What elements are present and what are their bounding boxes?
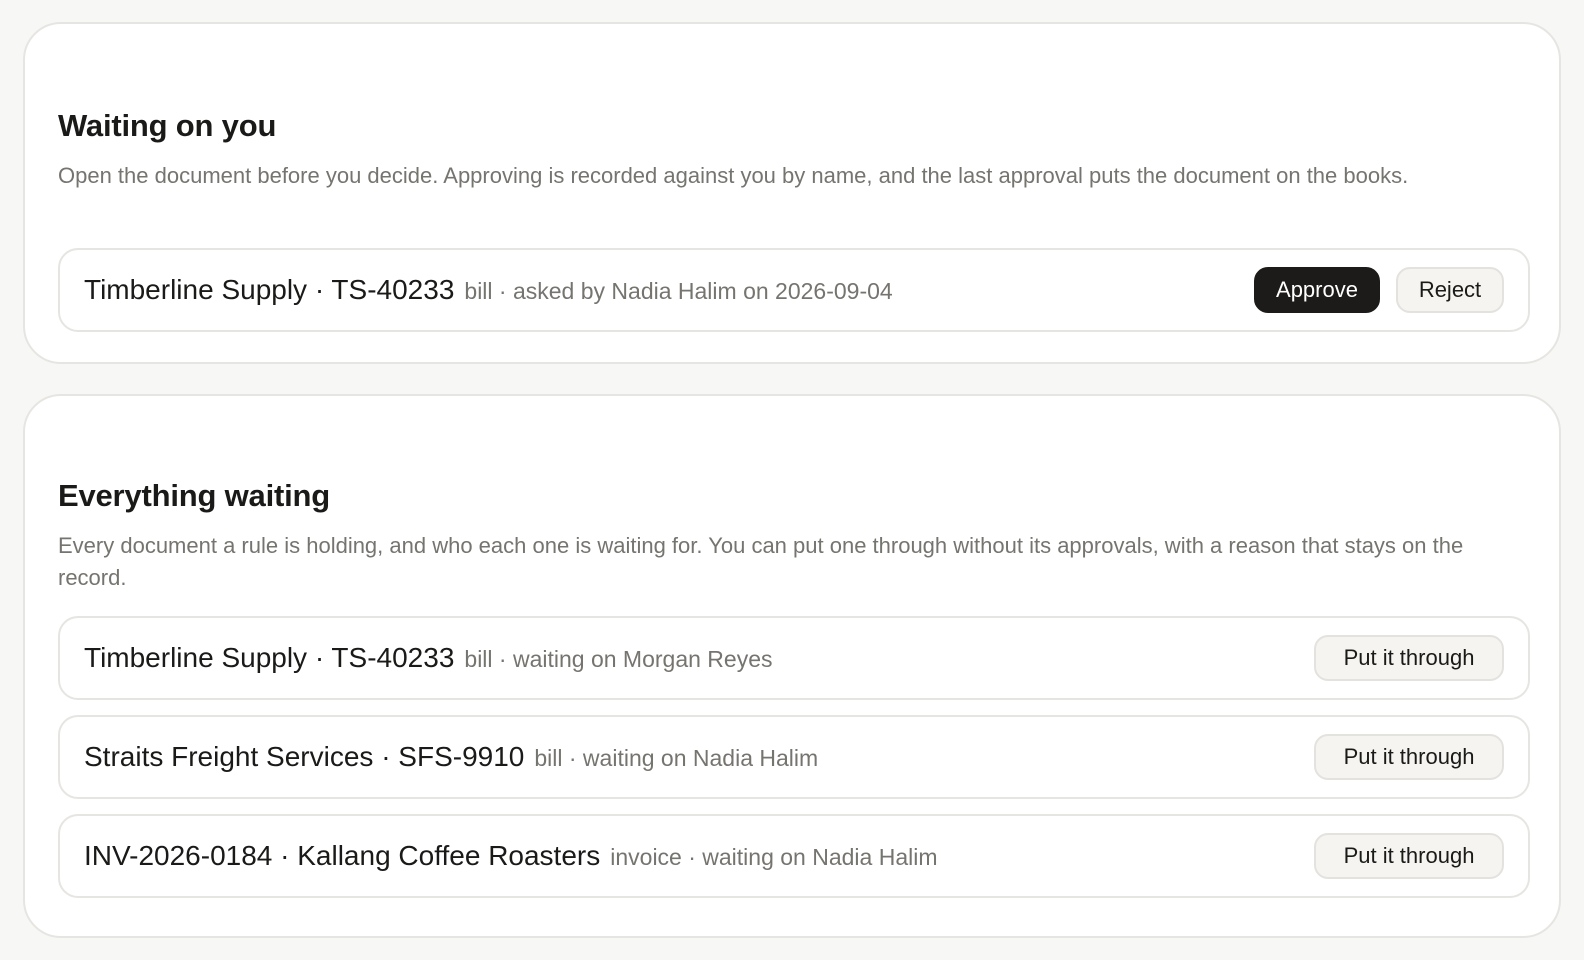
put-it-through-button[interactable]: Put it through xyxy=(1314,635,1504,681)
document-label: Straits Freight Services · SFS-9910 bill … xyxy=(84,740,818,775)
document-name: INV-2026-0184 · Kallang Coffee Roasters xyxy=(84,840,601,871)
waiting-item: Timberline Supply · TS-40233 bill · waiti… xyxy=(58,616,1530,700)
document-meta: invoice · waiting on Nadia Halim xyxy=(610,844,938,870)
document-label: Timberline Supply · TS-40233 bill · waiti… xyxy=(84,641,773,676)
approval-item: Timberline Supply · TS-40233 bill · asked… xyxy=(58,248,1530,332)
section-title-waiting-on-you: Waiting on you xyxy=(58,108,277,143)
section-title-everything-waiting: Everything waiting xyxy=(58,478,330,513)
reject-button[interactable]: Reject xyxy=(1396,267,1504,313)
document-meta: bill · waiting on Nadia Halim xyxy=(534,745,819,771)
everything-waiting-card: Everything waiting Every document a rule… xyxy=(23,394,1561,938)
document-name: Timberline Supply · TS-40233 xyxy=(84,274,455,305)
document-name: Timberline Supply · TS-40233 xyxy=(84,642,455,673)
approvals-page: Waiting on you Open the document before … xyxy=(0,0,1584,960)
waiting-item: INV-2026-0184 · Kallang Coffee Roasters i… xyxy=(58,814,1530,898)
approve-button[interactable]: Approve xyxy=(1254,267,1380,313)
document-label: INV-2026-0184 · Kallang Coffee Roasters i… xyxy=(84,839,938,874)
section-description-waiting-on-you: Open the document before you decide. App… xyxy=(58,163,1409,188)
put-it-through-button[interactable]: Put it through xyxy=(1314,734,1504,780)
document-meta: bill · asked by Nadia Halim on 2026-09-0… xyxy=(464,278,893,304)
waiting-item: Straits Freight Services · SFS-9910 bill … xyxy=(58,715,1530,799)
document-name: Straits Freight Services · SFS-9910 xyxy=(84,741,525,772)
put-it-through-button[interactable]: Put it through xyxy=(1314,833,1504,879)
waiting-on-you-card: Waiting on you Open the document before … xyxy=(23,22,1561,364)
document-meta: bill · waiting on Morgan Reyes xyxy=(464,646,773,672)
section-description-everything-waiting: Every document a rule is holding, and wh… xyxy=(58,533,1464,590)
document-label: Timberline Supply · TS-40233 bill · asked… xyxy=(84,273,893,308)
